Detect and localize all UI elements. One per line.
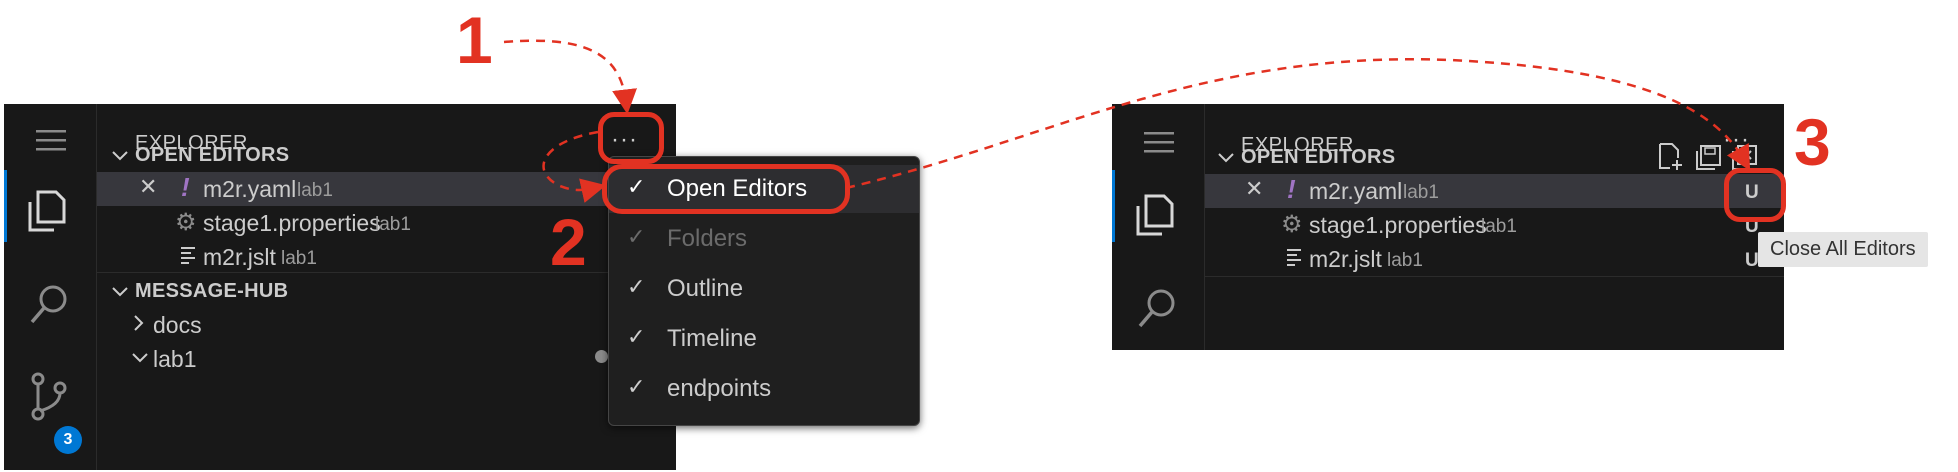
arrow-step-2 bbox=[542, 130, 607, 203]
arrow-step-3 bbox=[845, 58, 1751, 190]
arrow-step-1 bbox=[503, 39, 637, 115]
annotation-arrows bbox=[503, 39, 1751, 203]
